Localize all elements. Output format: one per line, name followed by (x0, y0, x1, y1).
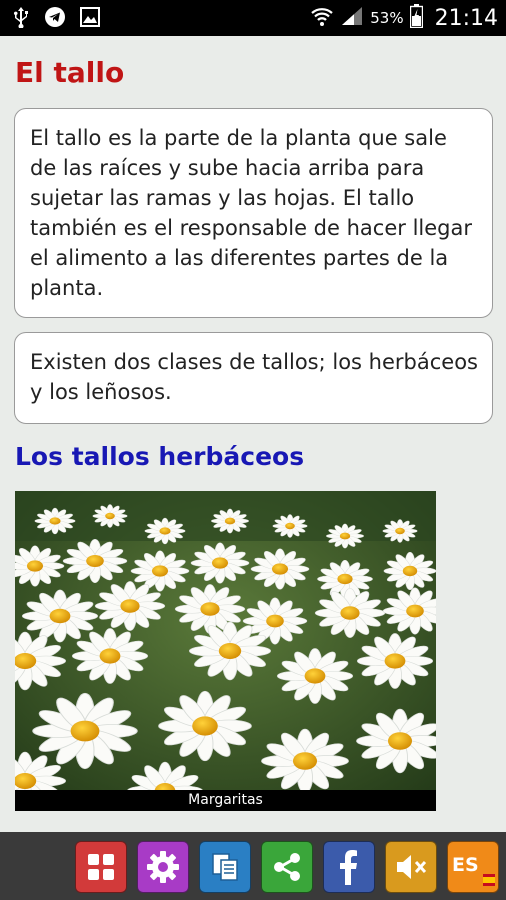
copy-icon (208, 850, 242, 884)
wifi-icon (310, 5, 334, 31)
menu-grid-icon (84, 850, 118, 884)
gallery-icon (80, 7, 100, 27)
paragraph-stem-types: Existen dos clases de tallos; los herbác… (30, 350, 478, 404)
menu-button[interactable] (75, 841, 127, 893)
language-label: ES (452, 854, 479, 876)
section-heading: Los tallos herbáceos (15, 442, 305, 471)
daisies-photo[interactable]: Margaritas (15, 491, 436, 811)
facebook-button[interactable] (323, 841, 375, 893)
info-card: El tallo es la parte de la planta que sa… (14, 108, 493, 318)
bottom-toolbar: ES (0, 832, 506, 900)
battery-percent: 53% (370, 9, 404, 27)
telegram-icon (44, 6, 66, 28)
language-button[interactable]: ES (447, 841, 499, 893)
content-area[interactable]: El tallo El tallo es la parte de la plan… (0, 36, 506, 832)
status-bar: 53% 21:14 (0, 0, 506, 36)
info-card: Existen dos clases de tallos; los herbác… (14, 332, 493, 424)
system-status: 53% 21:14 (310, 0, 498, 36)
mute-icon (393, 850, 429, 884)
usb-icon (12, 6, 30, 28)
gear-icon (145, 849, 181, 885)
spain-flag-icon (483, 874, 495, 886)
facebook-icon (332, 847, 366, 887)
share-button[interactable] (261, 841, 313, 893)
clock: 21:14 (434, 5, 498, 31)
paragraph-stem-definition: El tallo es la parte de la planta que sa… (30, 126, 472, 300)
notification-icons (12, 6, 100, 28)
signal-icon (340, 5, 364, 31)
daisies-image (15, 491, 436, 811)
battery-icon (409, 4, 423, 32)
image-caption: Margaritas (15, 790, 436, 811)
page-title: El tallo (15, 56, 125, 89)
copy-button[interactable] (199, 841, 251, 893)
settings-button[interactable] (137, 841, 189, 893)
mute-button[interactable] (385, 841, 437, 893)
share-icon (270, 850, 304, 884)
